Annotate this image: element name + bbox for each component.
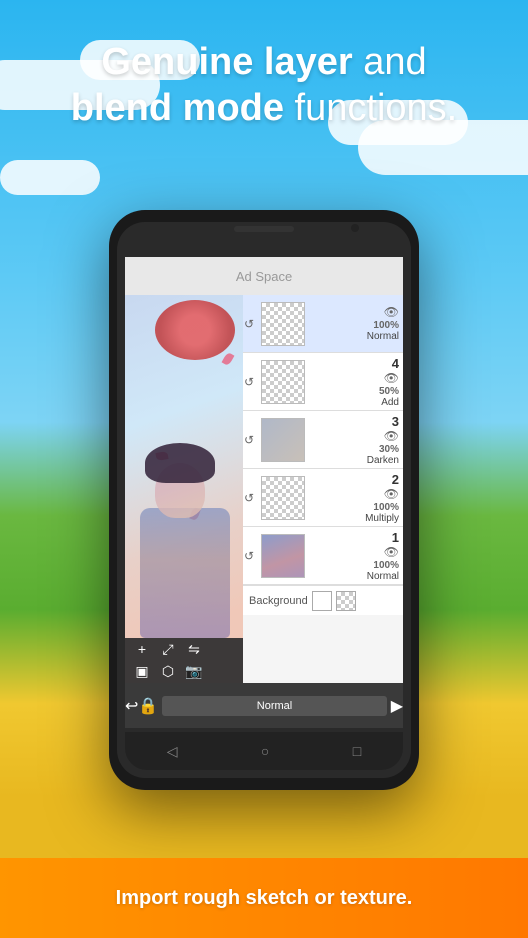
layer-info-4: 4 👁 50% Add bbox=[309, 356, 399, 408]
bg-swatch-checker[interactable] bbox=[336, 591, 356, 611]
phone-nav: ◁ ○ □ bbox=[125, 732, 403, 770]
layer-arrow-3: ↺ bbox=[244, 433, 254, 447]
nav-back[interactable]: ◁ bbox=[167, 743, 178, 760]
layer-item-3[interactable]: ↺ 3 👁 30% Darken bbox=[243, 411, 403, 469]
phone-camera bbox=[351, 224, 359, 232]
layer-arrow-4: ↺ bbox=[244, 375, 254, 389]
layer-mode-1: Normal bbox=[367, 571, 399, 582]
phone-inner: Ad Space bbox=[117, 222, 411, 778]
character-hair bbox=[145, 443, 215, 483]
nav-recents[interactable]: □ bbox=[353, 743, 361, 759]
layer-item-1[interactable]: ↺ 1 👁 100% Normal bbox=[243, 527, 403, 585]
title-light-2: functions. bbox=[284, 87, 457, 129]
merge-icon[interactable]: ⤢ bbox=[157, 638, 179, 660]
layer-opacity-2: 100% bbox=[373, 502, 399, 513]
layer-opacity-4: 50% bbox=[379, 386, 399, 397]
layer-thumb-top bbox=[261, 302, 305, 346]
layer-opacity-3: 30% bbox=[379, 444, 399, 455]
layer-opacity-top: 100% bbox=[373, 320, 399, 331]
layer-mode-2: Multiply bbox=[365, 513, 399, 524]
blend-mode-selector[interactable]: Normal bbox=[162, 696, 386, 716]
layer-thumb-4 bbox=[261, 360, 305, 404]
ad-space: Ad Space bbox=[125, 257, 403, 295]
lock-icon[interactable]: 🔒 bbox=[138, 696, 158, 716]
layer-number-1: 1 bbox=[392, 530, 399, 545]
layer-mode-3: Darken bbox=[367, 455, 399, 466]
flower-decoration bbox=[155, 300, 235, 360]
title-bold-1: Genuine layer bbox=[101, 41, 352, 83]
layer-thumb-3 bbox=[261, 418, 305, 462]
petal-1 bbox=[222, 352, 235, 366]
expand-icon[interactable]: ⬡ bbox=[157, 661, 179, 683]
layer-item-2[interactable]: ↺ 2 👁 100% Multiply bbox=[243, 469, 403, 527]
cloud-5 bbox=[0, 160, 100, 195]
title-text: Genuine layer and blend mode functions. bbox=[0, 40, 528, 131]
layer-eye-top: 👁 bbox=[384, 305, 399, 319]
layer-number-2: 2 bbox=[392, 472, 399, 487]
layer-item-top[interactable]: ↺ 👁 100% Normal bbox=[243, 295, 403, 353]
layer-icon[interactable]: ▣ bbox=[131, 661, 153, 683]
layer-info-1: 1 👁 100% Normal bbox=[309, 530, 399, 582]
layer-eye-2: 👁 bbox=[384, 487, 399, 501]
layer-number-4: 4 bbox=[392, 356, 399, 371]
expand-right-icon[interactable]: ▶ bbox=[391, 696, 403, 716]
layer-thumb-2 bbox=[261, 476, 305, 520]
phone-speaker bbox=[234, 226, 294, 232]
undo-icon[interactable]: ↩ bbox=[125, 696, 138, 716]
layer-arrow-1: ↺ bbox=[244, 549, 254, 563]
layer-mode-4: Add bbox=[381, 397, 399, 408]
screen: Ad Space bbox=[125, 257, 403, 728]
layer-info-2: 2 👁 100% Multiply bbox=[309, 472, 399, 524]
screen-bottom-bar: ↩ 🔒 Normal ▶ bbox=[125, 683, 403, 728]
layer-opacity-1: 100% bbox=[373, 560, 399, 571]
layer-info-3: 3 👁 30% Darken bbox=[309, 414, 399, 466]
title-area: Genuine layer and blend mode functions. bbox=[0, 40, 528, 131]
layer-info-top: 👁 100% Normal bbox=[309, 305, 399, 342]
layer-mode-top: Normal bbox=[367, 331, 399, 342]
layer-thumb-1 bbox=[261, 534, 305, 578]
ad-space-label: Ad Space bbox=[236, 269, 292, 284]
bottom-banner-text: Import rough sketch or texture. bbox=[116, 887, 413, 910]
background-label: Background bbox=[249, 595, 308, 607]
background-row[interactable]: Background bbox=[243, 585, 403, 615]
tool-icon-2[interactable]: ⇋ bbox=[183, 638, 205, 660]
layer-number-3: 3 bbox=[392, 414, 399, 429]
layer-panel: ↺ 👁 100% Normal ↺ 4 👁 50% bbox=[243, 295, 403, 683]
layer-eye-1: 👁 bbox=[384, 545, 399, 559]
layer-eye-4: 👁 bbox=[384, 371, 399, 385]
layer-arrow-top: ↺ bbox=[244, 317, 254, 331]
title-bold-2: blend mode bbox=[71, 87, 284, 129]
camera-icon[interactable]: 📷 bbox=[183, 661, 205, 683]
title-light-1: and bbox=[353, 41, 427, 83]
character-body bbox=[140, 508, 230, 638]
phone-frame: Ad Space bbox=[109, 210, 419, 790]
layer-eye-3: 👁 bbox=[384, 429, 399, 443]
layer-item-4[interactable]: ↺ 4 👁 50% Add bbox=[243, 353, 403, 411]
layer-arrow-2: ↺ bbox=[244, 491, 254, 505]
nav-home[interactable]: ○ bbox=[261, 743, 269, 759]
bottom-banner: Import rough sketch or texture. bbox=[0, 858, 528, 938]
bg-swatch-white[interactable] bbox=[312, 591, 332, 611]
add-layer-icon[interactable]: + bbox=[131, 638, 153, 660]
